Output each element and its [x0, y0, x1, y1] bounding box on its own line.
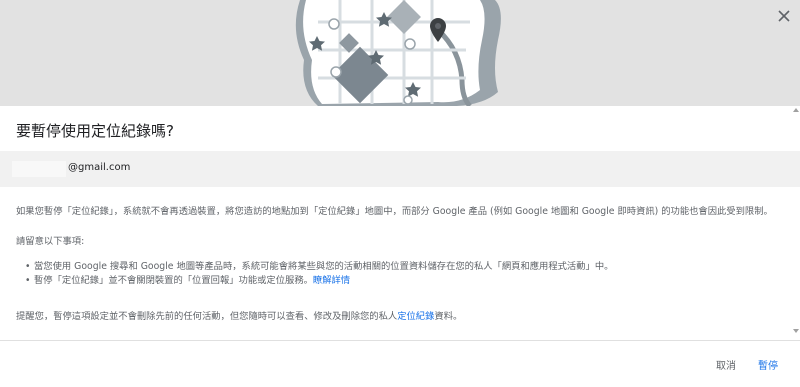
reminder-suffix: 資料。 [434, 311, 463, 322]
notice-heading: 請留意以下事項: [16, 236, 85, 247]
map-illustration-header [0, 0, 800, 106]
learn-more-link[interactable]: 瞭解詳情 [313, 275, 350, 286]
redacted-account-name [12, 161, 66, 177]
description-paragraph: 如果您暫停「定位紀錄」，系統就不會再透過裝置，將您造訪的地點加到「定位紀錄」地圖… [16, 206, 773, 217]
dialog-body: 如果您暫停「定位紀錄」，系統就不會再透過裝置，將您造訪的地點加到「定位紀錄」地圖… [16, 204, 786, 325]
scroll-down-arrow-icon[interactable] [793, 329, 799, 333]
close-icon [778, 10, 790, 22]
close-button[interactable] [774, 6, 794, 26]
list-item: 暫停「定位紀錄」並不會關閉裝置的「位置回報」功能或定位服務。瞭解詳情 [25, 274, 786, 288]
account-email: @gmail.com [68, 162, 131, 173]
reminder-paragraph: 提醒您，暫停這項設定並不會刪除先前的任何活動，但您隨時可以查看、修改及刪除您的私… [16, 309, 786, 325]
scroll-up-arrow-icon[interactable] [793, 108, 799, 112]
account-row: @gmail.com [0, 151, 800, 187]
dialog-footer: 取消 暫停 [0, 340, 800, 387]
dialog-title: 要暫停使用定位紀錄嗎? [16, 122, 174, 140]
pause-location-history-dialog: 要暫停使用定位紀錄嗎? @gmail.com 如果您暫停「定位紀錄」，系統就不會… [0, 0, 800, 387]
map-illustration [295, 0, 501, 106]
scrollbar[interactable] [792, 106, 800, 336]
pause-button[interactable]: 暫停 [752, 353, 784, 376]
bullet-text: 當您使用 Google 搜尋和 Google 地圖等產品時，系統可能會將某些與您… [34, 261, 614, 272]
cancel-button[interactable]: 取消 [710, 353, 742, 376]
location-history-link[interactable]: 定位紀錄 [397, 311, 434, 322]
notice-list: 當您使用 Google 搜尋和 Google 地圖等產品時，系統可能會將某些與您… [16, 260, 786, 288]
list-item: 當您使用 Google 搜尋和 Google 地圖等產品時，系統可能會將某些與您… [25, 260, 786, 274]
reminder-text: 提醒您，暫停這項設定並不會刪除先前的任何活動，但您隨時可以查看、修改及刪除您的私… [16, 311, 398, 322]
bullet-text: 暫停「定位紀錄」並不會關閉裝置的「位置回報」功能或定位服務。 [34, 275, 313, 286]
